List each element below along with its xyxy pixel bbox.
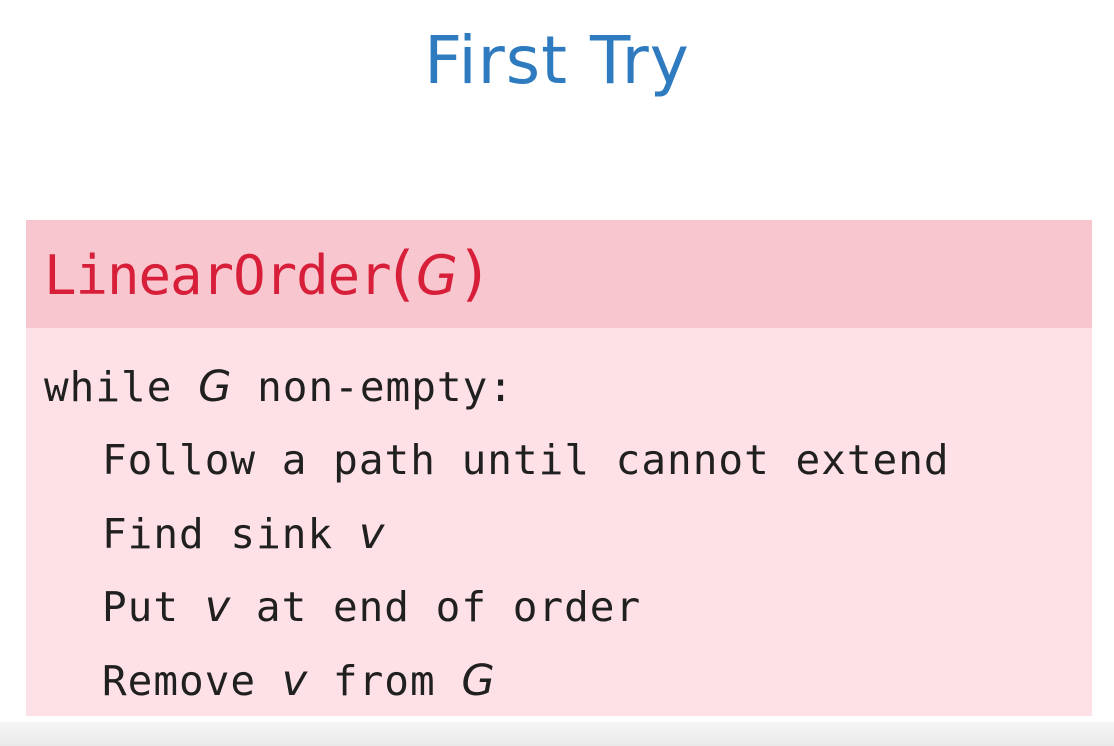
code-text: from — [307, 657, 462, 705]
math-variable-g: G — [461, 656, 495, 706]
algorithm-name: LinearOrder — [44, 244, 392, 307]
slide-title: First Try — [424, 22, 690, 99]
code-line-follow-path: Follow a path until cannot extend — [102, 435, 950, 485]
algorithm-signature: LinearOrder(G) — [44, 240, 485, 310]
code-text: at end of order — [230, 583, 642, 631]
code-line-while: while G non-empty: — [44, 362, 514, 412]
math-variable-g: G — [198, 362, 232, 412]
code-text: non-empty: — [231, 363, 514, 411]
algorithm-block: LinearOrder(G) while G non-empty: Follow… — [26, 220, 1092, 716]
algorithm-argument: G — [416, 244, 458, 307]
code-keyword-while: while — [44, 363, 199, 411]
math-variable-v: v — [204, 582, 231, 632]
bottom-edge-shade — [0, 722, 1114, 746]
code-line-remove: Remove v from G — [102, 656, 495, 706]
math-variable-v: v — [358, 509, 385, 559]
math-variable-v: v — [281, 656, 308, 706]
code-text: Find sink — [102, 510, 359, 558]
code-line-find-sink: Find sink v — [102, 509, 384, 559]
code-text: Put — [102, 583, 205, 631]
open-paren: ( — [390, 239, 415, 309]
code-text: Follow a path until cannot extend — [102, 436, 950, 484]
algorithm-header: LinearOrder(G) — [26, 220, 1092, 328]
close-paren: ) — [461, 239, 486, 309]
code-text: Remove — [102, 657, 282, 705]
code-line-put-at-end: Put v at end of order — [102, 582, 641, 632]
